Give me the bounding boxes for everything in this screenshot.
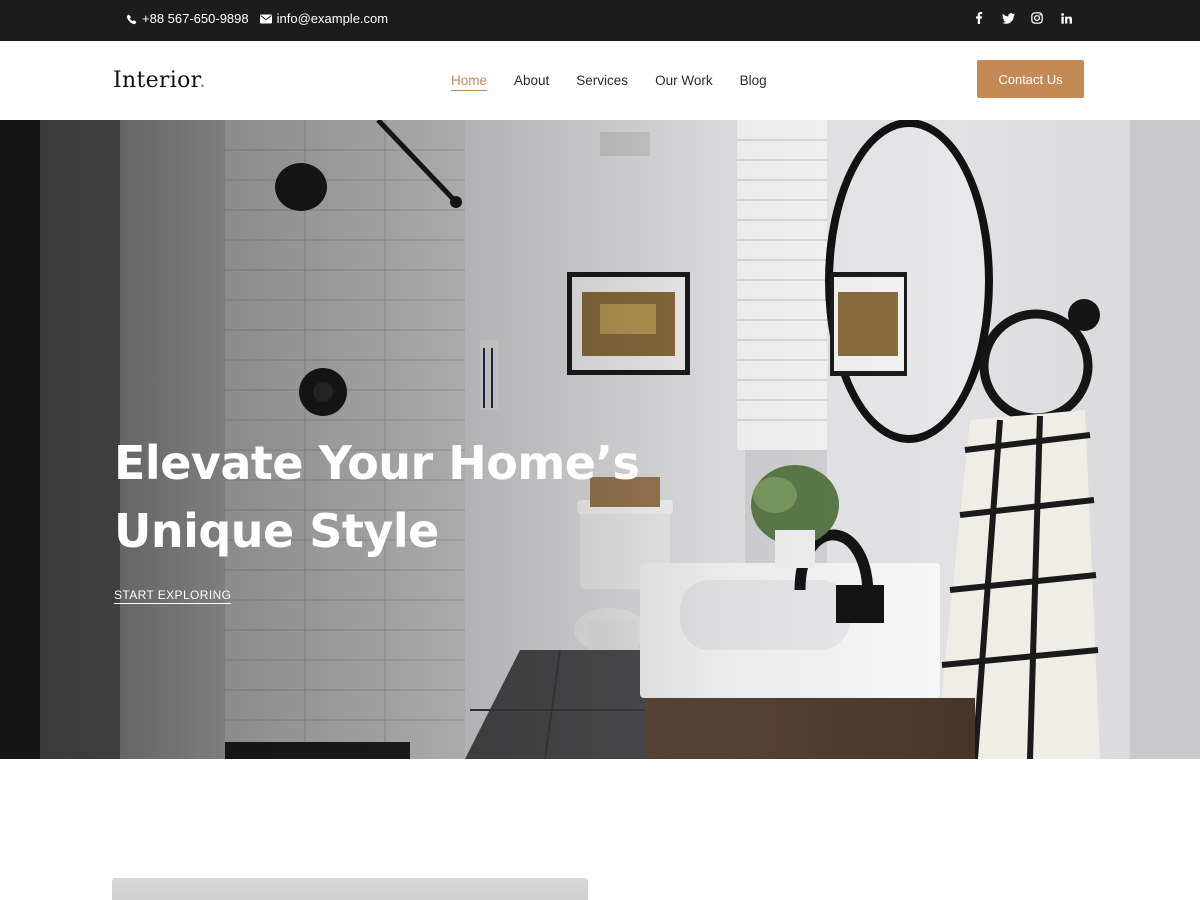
top-bar: +88 567-650-9898 info@example.com <box>0 0 1200 41</box>
nav-services[interactable]: Services <box>576 73 628 91</box>
phone-icon <box>126 14 137 25</box>
instagram-icon[interactable] <box>1030 11 1044 25</box>
phone-number: +88 567-650-9898 <box>142 11 249 26</box>
social-links <box>972 11 1073 25</box>
nav-blog[interactable]: Blog <box>740 73 767 91</box>
phone-link[interactable]: +88 567-650-9898 <box>126 11 249 27</box>
nav-our-work[interactable]: Our Work <box>655 73 713 91</box>
envelope-icon <box>259 14 272 24</box>
logo-text: Interior <box>113 68 200 93</box>
contact-info: +88 567-650-9898 info@example.com <box>126 11 388 27</box>
main-nav: Home About Services Our Work Blog <box>451 73 767 91</box>
email-address: info@example.com <box>276 11 389 26</box>
logo-dot: . <box>199 68 207 93</box>
hero-title-line-2: Unique Style <box>114 504 439 558</box>
site-header: Interior. Home About Services Our Work B… <box>0 41 1200 120</box>
nav-home[interactable]: Home <box>451 73 488 91</box>
contact-us-button[interactable]: Contact Us <box>977 60 1084 98</box>
hero-title: Elevate Your Home’s Unique Style <box>114 429 714 565</box>
hero-section: Elevate Your Home’s Unique Style START EX… <box>0 120 1200 759</box>
site-logo[interactable]: Interior. <box>113 68 206 93</box>
email-link[interactable]: info@example.com <box>259 11 389 27</box>
start-exploring-link[interactable]: START EXPLORING <box>114 588 232 604</box>
hero-title-line-1: Elevate Your Home’s <box>114 436 640 490</box>
facebook-icon[interactable] <box>972 11 986 25</box>
about-section-image <box>112 878 588 900</box>
nav-about[interactable]: About <box>514 73 549 91</box>
twitter-icon[interactable] <box>1001 11 1015 25</box>
linkedin-icon[interactable] <box>1059 11 1073 25</box>
